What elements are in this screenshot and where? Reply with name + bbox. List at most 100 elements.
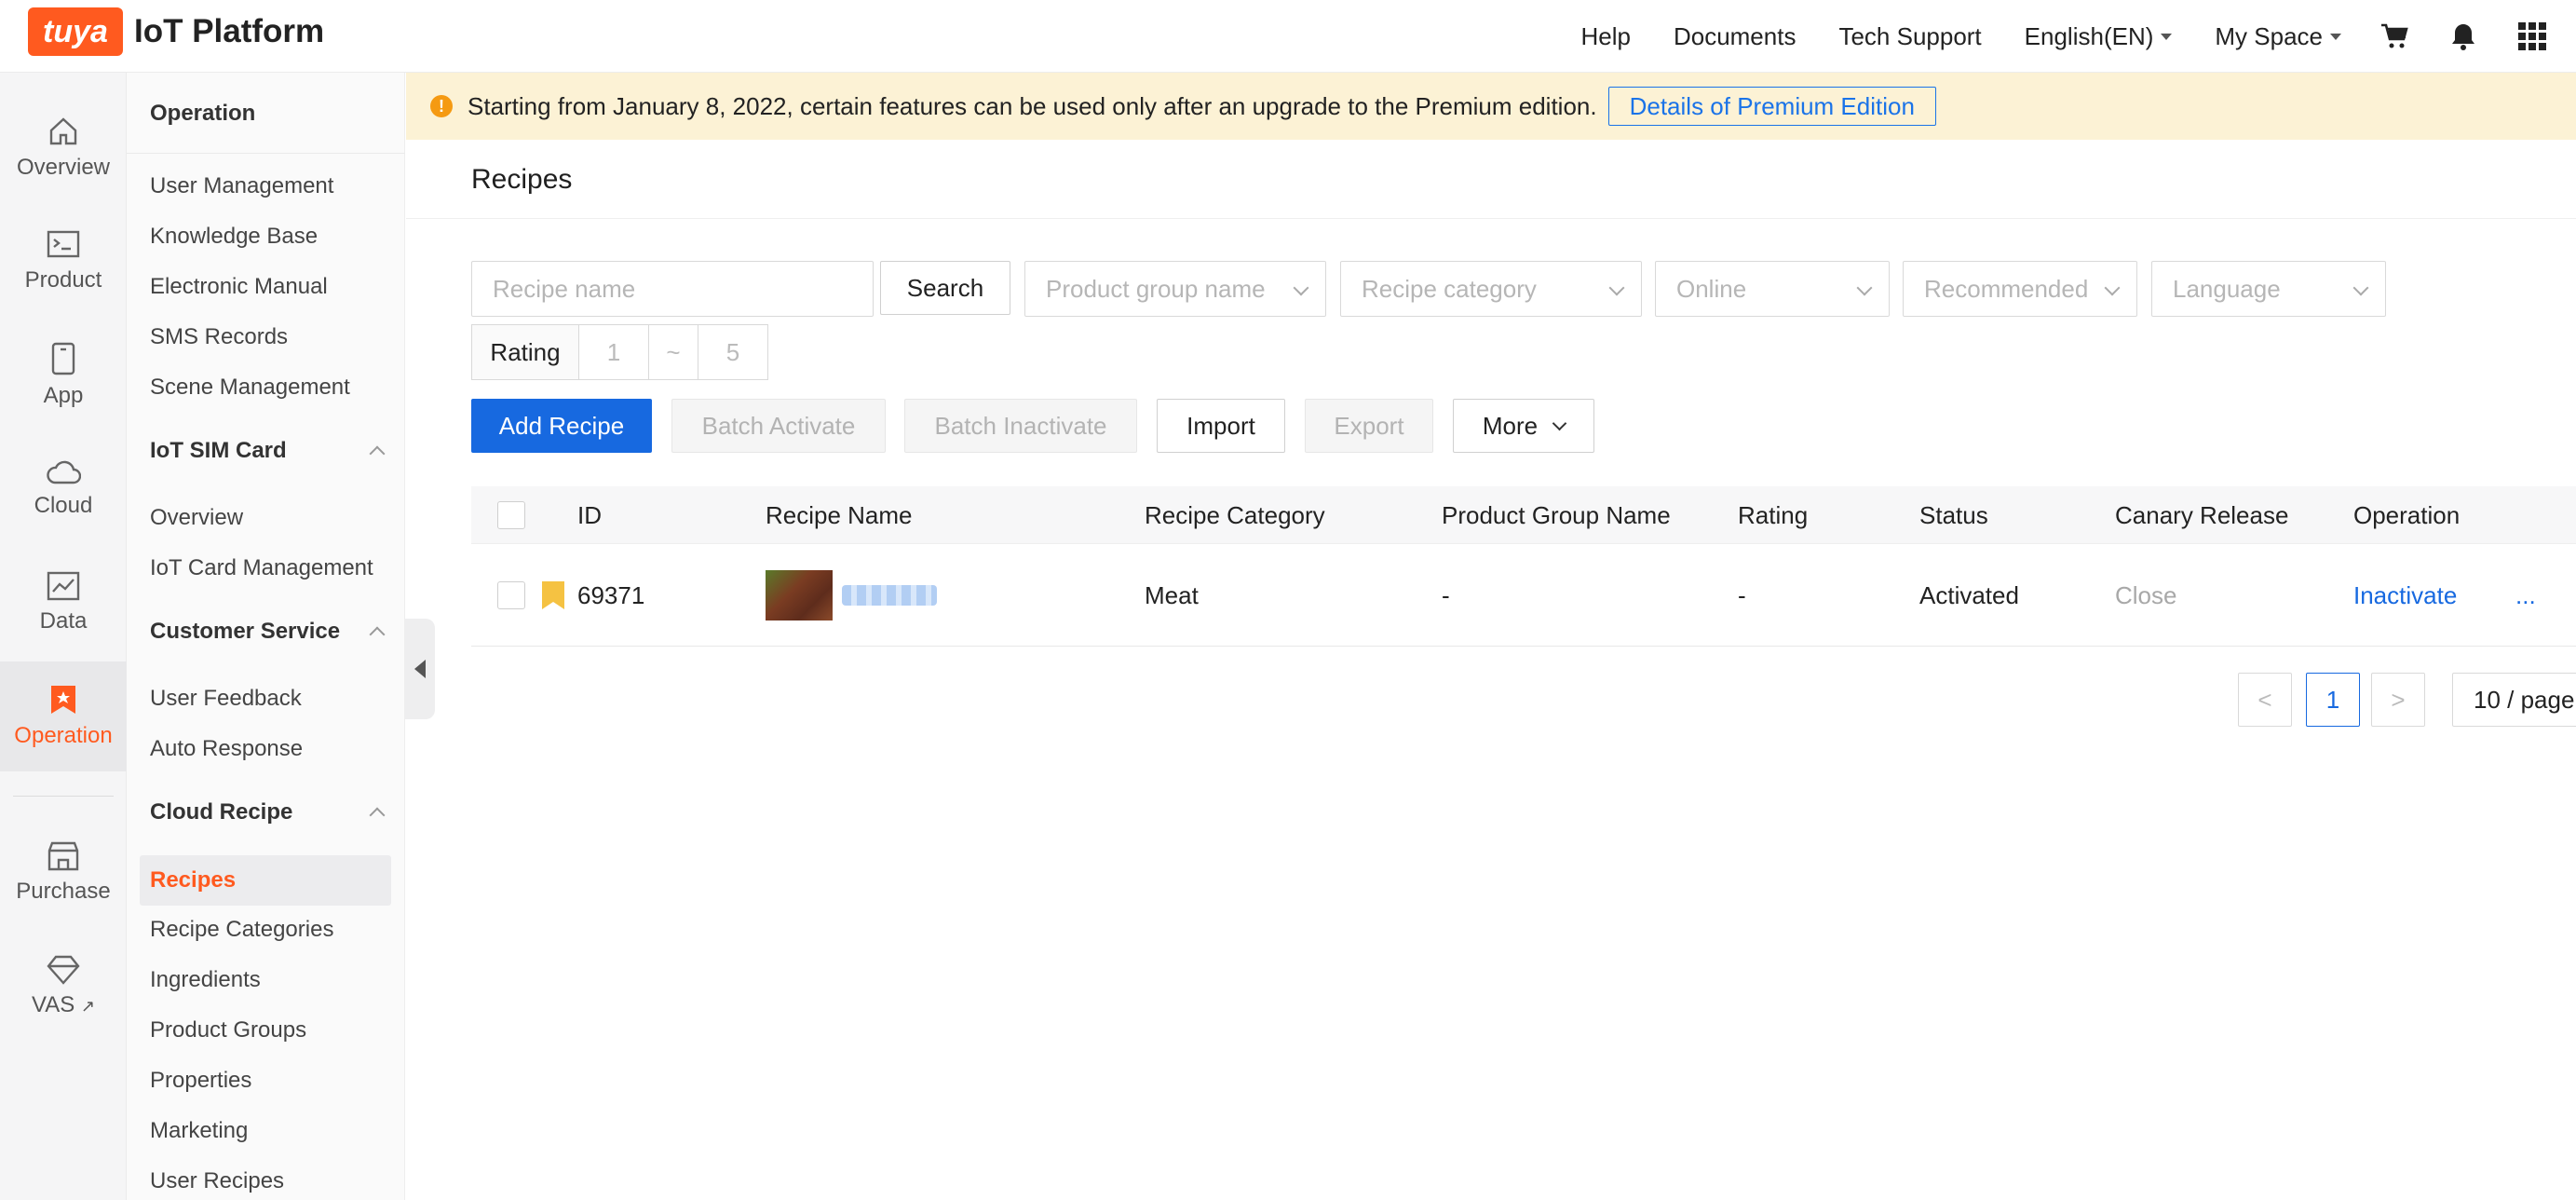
menu-item-recipe-categories[interactable]: Recipe Categories xyxy=(150,917,333,943)
menu-item-auto-response[interactable]: Auto Response xyxy=(150,736,303,762)
page-title: Recipes xyxy=(471,164,573,195)
import-button[interactable]: Import xyxy=(1157,399,1285,453)
column-header-operation[interactable]: Operation xyxy=(2353,486,2460,544)
nav-help[interactable]: Help xyxy=(1580,22,1630,51)
row-checkbox[interactable] xyxy=(497,581,525,609)
rail-divider xyxy=(13,796,114,797)
rating-min-input[interactable]: 1 xyxy=(578,324,649,380)
cart-icon[interactable] xyxy=(2379,20,2410,52)
search-button[interactable]: Search xyxy=(880,261,1010,315)
phone-icon xyxy=(51,342,75,375)
column-header-product-group[interactable]: Product Group Name xyxy=(1442,486,1671,544)
language-selector[interactable]: English(EN) xyxy=(2025,22,2173,51)
menu-item-scene-management[interactable]: Scene Management xyxy=(150,375,350,401)
rail-product[interactable]: Product xyxy=(0,207,127,317)
logo[interactable]: tuya IoT Platform xyxy=(28,7,324,56)
premium-details-button[interactable]: Details of Premium Edition xyxy=(1607,87,1936,126)
menu-group-iot-sim-card[interactable]: IoT SIM Card xyxy=(150,438,386,464)
page-1-button[interactable]: 1 xyxy=(2306,673,2360,727)
export-button[interactable]: Export xyxy=(1305,399,1433,453)
caret-down-icon xyxy=(2330,33,2341,40)
bookmark-icon[interactable] xyxy=(540,580,566,611)
apps-grid-icon[interactable] xyxy=(2516,20,2548,52)
nav-tech-support[interactable]: Tech Support xyxy=(1838,22,1981,51)
menu-item-knowledge-base[interactable]: Knowledge Base xyxy=(150,224,318,250)
cloud-icon xyxy=(47,460,81,484)
rating-max-input[interactable]: 5 xyxy=(698,324,768,380)
recipe-category-placeholder: Recipe category xyxy=(1362,274,1537,303)
more-button[interactable]: More xyxy=(1453,399,1594,453)
rail-label: Product xyxy=(24,267,102,293)
language-select[interactable]: Language xyxy=(2151,261,2386,317)
add-recipe-button[interactable]: Add Recipe xyxy=(471,399,652,453)
menu-group-customer-service[interactable]: Customer Service xyxy=(150,619,386,645)
chevron-up-icon xyxy=(369,807,386,824)
online-select[interactable]: Online xyxy=(1655,261,1890,317)
more-actions-link[interactable]: ... xyxy=(2515,544,2536,647)
column-header-rating[interactable]: Rating xyxy=(1738,486,1808,544)
chevron-down-icon xyxy=(1293,280,1309,296)
rating-separator: ~ xyxy=(648,324,698,380)
menu-item-sms-records[interactable]: SMS Records xyxy=(150,324,288,350)
rail-cloud[interactable]: Cloud xyxy=(0,434,127,544)
table-row: 69371 Meat - - Activated Close Inactivat… xyxy=(471,544,2576,647)
menu-item-iot-card-management[interactable]: IoT Card Management xyxy=(150,555,373,581)
page-size-select[interactable]: 10 / page xyxy=(2452,673,2576,727)
menu-item-ingredients[interactable]: Ingredients xyxy=(150,967,261,993)
home-icon xyxy=(49,117,77,145)
rail-label: Cloud xyxy=(34,493,93,518)
column-header-recipe-category[interactable]: Recipe Category xyxy=(1145,486,1325,544)
space-selector[interactable]: My Space xyxy=(2215,22,2341,51)
bell-icon[interactable] xyxy=(2447,20,2479,52)
collapse-menu-button[interactable] xyxy=(405,619,435,719)
menu-item-product-groups[interactable]: Product Groups xyxy=(150,1017,306,1043)
side-menu: Operation User Management Knowledge Base… xyxy=(127,73,405,1200)
premium-banner: ! Starting from January 8, 2022, certain… xyxy=(406,73,2576,140)
inactivate-link[interactable]: Inactivate xyxy=(2353,544,2457,647)
recommended-select[interactable]: Recommended xyxy=(1903,261,2137,317)
batch-inactivate-button[interactable]: Batch Inactivate xyxy=(904,399,1137,453)
menu-item-recipes[interactable]: Recipes xyxy=(140,855,391,906)
rail-data[interactable]: Data xyxy=(0,548,127,658)
menu-item-marketing[interactable]: Marketing xyxy=(150,1118,248,1144)
column-header-status[interactable]: Status xyxy=(1919,486,1988,544)
warning-icon: ! xyxy=(430,95,453,117)
product-group-select[interactable]: Product group name xyxy=(1024,261,1326,317)
banner-text: Starting from January 8, 2022, certain f… xyxy=(468,91,1597,120)
column-header-recipe-name[interactable]: Recipe Name xyxy=(766,486,913,544)
menu-item-user-recipes[interactable]: User Recipes xyxy=(150,1168,284,1194)
rail-vas-label: VAS xyxy=(31,992,75,1017)
recipe-category-select[interactable]: Recipe category xyxy=(1340,261,1642,317)
menu-item-electronic-manual[interactable]: Electronic Manual xyxy=(150,274,328,300)
menu-group-cloud-recipe[interactable]: Cloud Recipe xyxy=(150,799,386,825)
chevron-down-icon xyxy=(1608,280,1625,296)
menu-item-sim-overview[interactable]: Overview xyxy=(150,505,243,531)
rail-purchase[interactable]: Purchase xyxy=(0,818,127,928)
menu-item-properties[interactable]: Properties xyxy=(150,1068,251,1094)
top-nav: Help Documents Tech Support English(EN) … xyxy=(1538,0,2548,73)
store-icon xyxy=(47,841,79,871)
next-page-button[interactable]: > xyxy=(2371,673,2425,727)
batch-activate-button[interactable]: Batch Activate xyxy=(671,399,886,453)
cell-rating: - xyxy=(1738,581,1746,609)
rail-operation[interactable]: Operation xyxy=(0,661,127,771)
rail-overview[interactable]: Overview xyxy=(0,93,127,203)
title-divider xyxy=(406,218,2576,219)
column-header-canary-release[interactable]: Canary Release xyxy=(2115,486,2288,544)
rail-vas[interactable]: VAS ↗ xyxy=(0,932,127,1042)
language-placeholder: Language xyxy=(2173,274,2281,303)
cell-id: 69371 xyxy=(577,581,645,609)
rail-app[interactable]: App xyxy=(0,320,127,430)
menu-section-title: Operation xyxy=(150,101,256,126)
external-link-icon: ↗ xyxy=(80,997,95,1016)
select-all-checkbox[interactable] xyxy=(497,501,525,529)
menu-item-user-feedback[interactable]: User Feedback xyxy=(150,686,302,712)
recipe-name-link[interactable] xyxy=(842,585,937,606)
diamond-icon xyxy=(47,955,80,985)
recipe-name-input[interactable]: Recipe name xyxy=(471,261,874,317)
column-header-id[interactable]: ID xyxy=(577,486,602,544)
chart-icon xyxy=(47,571,80,601)
nav-documents[interactable]: Documents xyxy=(1674,22,1796,51)
prev-page-button[interactable]: < xyxy=(2238,673,2292,727)
menu-item-user-management[interactable]: User Management xyxy=(150,173,333,199)
